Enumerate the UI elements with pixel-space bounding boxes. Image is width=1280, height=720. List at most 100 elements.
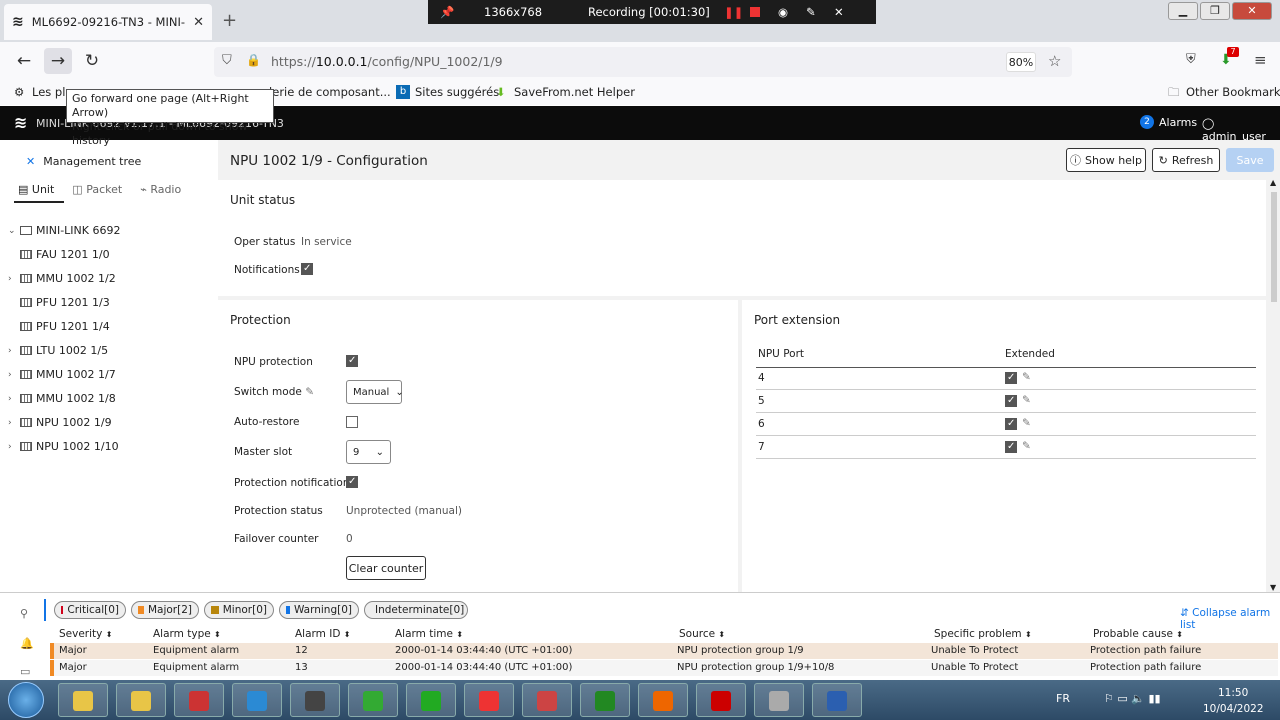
taskbar-app[interactable] xyxy=(464,683,514,717)
taskbar-app[interactable] xyxy=(638,683,688,717)
other-bookmarks[interactable]: Other Bookmarks xyxy=(1186,85,1280,99)
main-scrollbar[interactable]: ▲ ▼ xyxy=(1269,178,1279,592)
pause-icon[interactable]: ❚❚ xyxy=(724,5,743,19)
taskbar-app[interactable] xyxy=(232,683,282,717)
taskbar-app[interactable] xyxy=(58,683,108,717)
tree-item[interactable]: › MMU 1002 1/7 xyxy=(8,368,116,381)
taskbar-app[interactable] xyxy=(812,683,862,717)
chevron-right-icon[interactable]: › xyxy=(8,418,16,428)
bookmark-item[interactable]: SaveFrom.net Helper xyxy=(514,85,635,99)
close-tree-icon[interactable]: ✕ xyxy=(26,155,35,168)
taskbar-app[interactable] xyxy=(174,683,224,717)
edit-icon[interactable]: ✎ xyxy=(1022,371,1031,383)
filter-icon[interactable]: ⚲ xyxy=(20,607,28,620)
stop-icon[interactable] xyxy=(750,7,760,17)
save-button[interactable]: Save xyxy=(1226,148,1274,172)
tab-radio[interactable]: ⌁ Radio xyxy=(140,183,181,196)
taskbar-app[interactable] xyxy=(522,683,572,717)
shield-icon[interactable]: ⛉ xyxy=(222,53,232,68)
lock-icon[interactable]: 🔒 xyxy=(246,53,261,67)
bookmark-item[interactable]: alerie de composant... xyxy=(262,85,391,99)
tab-packet[interactable]: ◫ Packet xyxy=(72,183,122,196)
alarm-filter-indeterminate[interactable]: Indeterminate[0] xyxy=(364,601,468,619)
bell-icon[interactable]: 🔔 xyxy=(20,637,34,650)
extended-checkbox[interactable] xyxy=(1005,372,1017,384)
browser-tab[interactable]: ≋ ML6692-09216-TN3 - MINI-LINK ✕ xyxy=(4,4,212,40)
switch-mode-select[interactable]: Manual ⌄ xyxy=(346,380,404,404)
chevron-right-icon[interactable]: › xyxy=(8,274,16,284)
pocket-icon[interactable]: ⛨ xyxy=(1186,52,1196,67)
alarm-filter-warning[interactable]: Warning[0] xyxy=(279,601,359,619)
language-indicator[interactable]: FR xyxy=(1056,692,1070,705)
bookmark-gear-icon[interactable]: ⚙ xyxy=(14,85,24,99)
edit-icon[interactable]: ✎ xyxy=(1022,417,1031,429)
alarm-filter-major[interactable]: Major[2] xyxy=(131,601,199,619)
tree-item[interactable]: PFU 1201 1/3 xyxy=(8,296,110,309)
tree-item[interactable]: › NPU 1002 1/9 xyxy=(8,416,112,429)
pen-icon[interactable]: ✎ xyxy=(806,5,816,19)
taskbar-app[interactable] xyxy=(348,683,398,717)
alarm-filter-critical[interactable]: Critical[0] xyxy=(54,601,126,619)
pin-icon[interactable]: 📌 xyxy=(440,5,454,19)
menu-icon[interactable]: ≡ xyxy=(1254,51,1267,69)
alarm-column-header[interactable]: Source ⬍ xyxy=(679,628,725,640)
zoom-level[interactable]: 80% xyxy=(1006,52,1036,72)
tree-item[interactable]: › NPU 1002 1/10 xyxy=(8,440,119,453)
extended-checkbox[interactable] xyxy=(1005,418,1017,430)
collapse-alarm-list-link[interactable]: ⇵ Collapse alarm list xyxy=(1180,607,1280,631)
tray-icons[interactable]: ⚐ ▭ 🔈 ▮▮ xyxy=(1104,692,1161,705)
taskbar-app[interactable] xyxy=(754,683,804,717)
taskbar-app[interactable] xyxy=(696,683,746,717)
tree-item[interactable]: PFU 1201 1/4 xyxy=(8,320,110,333)
chevron-right-icon[interactable]: › xyxy=(8,442,16,452)
edit-icon[interactable]: ✎ xyxy=(1022,394,1031,406)
npu-protection-checkbox[interactable] xyxy=(346,355,358,367)
comment-icon[interactable]: ▭ xyxy=(20,665,30,678)
close-window-button[interactable]: ✕ xyxy=(1232,2,1272,20)
tree-item[interactable]: › LTU 1002 1/5 xyxy=(8,344,108,357)
chevron-right-icon[interactable]: › xyxy=(8,394,16,404)
close-recording-icon[interactable]: ✕ xyxy=(834,5,844,19)
close-tab-icon[interactable]: ✕ xyxy=(193,15,204,30)
alarm-column-header[interactable]: Alarm ID ⬍ xyxy=(295,628,350,640)
alarm-filter-minor[interactable]: Minor[0] xyxy=(204,601,274,619)
notifications-checkbox[interactable] xyxy=(301,263,313,275)
clock-date[interactable]: 10/04/2022 xyxy=(1203,703,1264,715)
tree-item[interactable]: › MMU 1002 1/2 xyxy=(8,272,116,285)
tree-item[interactable]: FAU 1201 1/0 xyxy=(8,248,110,261)
extended-checkbox[interactable] xyxy=(1005,441,1017,453)
minimize-button[interactable]: ▁ xyxy=(1168,2,1198,20)
show-help-button[interactable]: ⓘ Show help xyxy=(1066,148,1146,172)
camera-icon[interactable]: ◉ xyxy=(778,5,788,19)
taskbar-app[interactable] xyxy=(406,683,456,717)
alarm-column-header[interactable]: Alarm time ⬍ xyxy=(395,628,463,640)
refresh-button[interactable]: ↻ Refresh xyxy=(1152,148,1220,172)
taskbar-app[interactable] xyxy=(580,683,630,717)
forward-button[interactable]: → xyxy=(44,48,72,74)
tree-item[interactable]: › MMU 1002 1/8 xyxy=(8,392,116,405)
reload-button[interactable]: ↻ xyxy=(78,48,106,74)
taskbar-app[interactable] xyxy=(290,683,340,717)
tab-unit[interactable]: ▤ Unit xyxy=(18,183,54,196)
chevron-right-icon[interactable]: › xyxy=(8,346,16,356)
clear-counter-button[interactable]: Clear counter xyxy=(346,556,426,580)
maximize-button[interactable]: ❐ xyxy=(1200,2,1230,20)
bookmark-item[interactable]: Sites suggérés xyxy=(415,85,499,99)
clock-time[interactable]: 11:50 xyxy=(1218,687,1248,699)
alarm-column-header[interactable]: Severity ⬍ xyxy=(59,628,112,640)
master-slot-select[interactable]: 9 ⌄ xyxy=(346,440,391,464)
url-bar[interactable]: ⛉ 🔒 https://10.0.0.1/config/NPU_1002/1/9… xyxy=(214,47,1072,77)
back-button[interactable]: ← xyxy=(10,48,38,74)
scrollbar-thumb[interactable] xyxy=(1271,192,1277,302)
alarm-column-header[interactable]: Probable cause ⬍ xyxy=(1093,628,1183,640)
extended-checkbox[interactable] xyxy=(1005,395,1017,407)
new-tab-button[interactable]: + xyxy=(222,10,237,31)
tree-root[interactable]: ⌄ MINI-LINK 6692 xyxy=(8,224,120,237)
bookmark-star-icon[interactable]: ☆ xyxy=(1048,52,1061,70)
alarms-link[interactable]: 2 Alarms xyxy=(1140,115,1197,129)
alarm-row[interactable]: Major Equipment alarm 12 2000-01-14 03:44:4… xyxy=(50,643,1278,659)
edit-icon[interactable]: ✎ xyxy=(1022,440,1031,452)
alarm-column-header[interactable]: Alarm type ⬍ xyxy=(153,628,221,640)
chevron-right-icon[interactable]: › xyxy=(8,370,16,380)
alarm-row[interactable]: Major Equipment alarm 13 2000-01-14 03:44:4… xyxy=(50,660,1278,676)
